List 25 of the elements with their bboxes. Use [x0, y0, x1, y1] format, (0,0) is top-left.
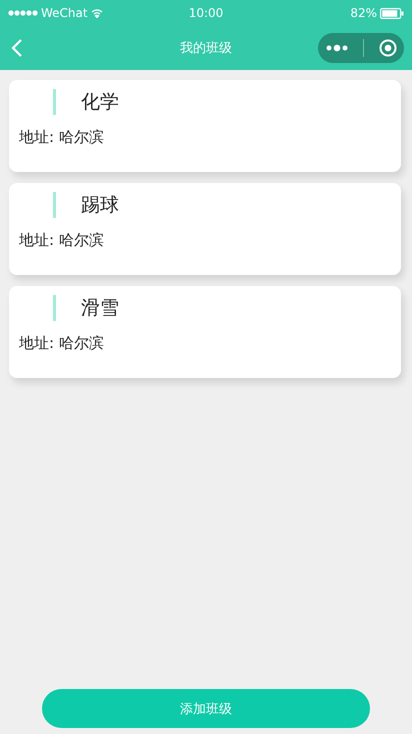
carrier-name: WeChat: [41, 6, 88, 20]
back-icon[interactable]: [10, 38, 24, 58]
close-icon[interactable]: [378, 39, 396, 57]
address-value: 哈尔滨: [58, 334, 104, 352]
address-label: 地址:: [19, 334, 54, 352]
more-icon[interactable]: [326, 44, 348, 52]
page-title: 我的班级: [180, 41, 232, 56]
accent-bar: [53, 192, 56, 218]
signal-icon: [8, 10, 38, 16]
address-label: 地址:: [19, 231, 54, 249]
address-label: 地址:: [19, 128, 54, 146]
status-time: 10:00: [188, 6, 224, 20]
class-name: 踢球: [81, 193, 119, 218]
address-value: 哈尔滨: [58, 231, 104, 249]
class-card[interactable]: 踢球 地址: 哈尔滨: [9, 183, 401, 275]
address-value: 哈尔滨: [58, 128, 104, 146]
battery-percent: 82%: [350, 6, 377, 20]
class-card[interactable]: 化学 地址: 哈尔滨: [9, 80, 401, 172]
class-name: 滑雪: [81, 296, 119, 321]
accent-bar: [53, 89, 56, 115]
class-card[interactable]: 滑雪 地址: 哈尔滨: [9, 286, 401, 378]
battery-icon: [380, 8, 404, 18]
class-name: 化学: [81, 90, 119, 115]
accent-bar: [53, 295, 56, 321]
wifi-icon: [90, 8, 103, 18]
